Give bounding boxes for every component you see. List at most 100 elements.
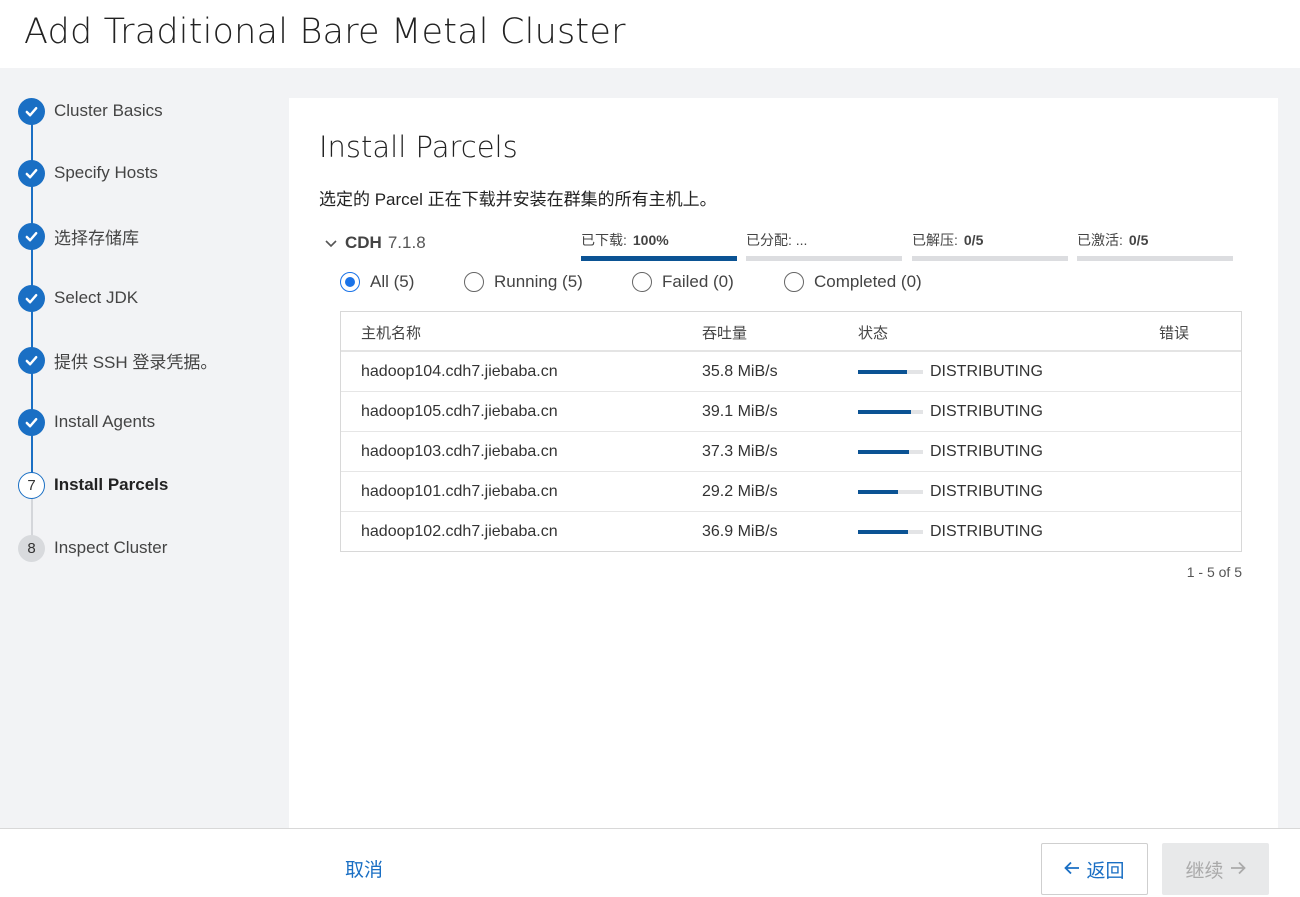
progress-downloaded: 已下载: 100% [581, 230, 737, 261]
main-panel: Install Parcels 选定的 Parcel 正在下载并安装在群集的所有… [289, 98, 1278, 828]
filter-running-radio[interactable]: Running (5) [464, 272, 583, 292]
back-button[interactable]: 返回 [1041, 843, 1148, 895]
host-name: hadoop102.cdh7.jiebaba.cn [361, 523, 558, 540]
progress-activated: 已激活: 0/5 [1077, 230, 1233, 261]
page-header: Add Traditional Bare Metal Cluster [0, 0, 1300, 68]
progress-value: 0/5 [963, 232, 984, 248]
parcel-name: CDH [345, 233, 382, 252]
progress-bar [581, 256, 737, 261]
distribution-progress-bar [858, 450, 923, 454]
step-number-badge: 8 [18, 534, 45, 562]
wizard-footer: 取消 返回 继续 [0, 828, 1300, 897]
pagination-summary: 1 - 5 of 5 [1186, 564, 1242, 580]
distribution-progress-bar [858, 530, 923, 534]
column-header-host[interactable]: 主机名称 [361, 322, 421, 343]
step-inspect-cluster: 8 Inspect Cluster [18, 534, 167, 562]
throughput: 35.8 MiB/s [702, 363, 778, 380]
check-icon [18, 97, 45, 125]
check-icon [18, 346, 45, 374]
section-description: 选定的 Parcel 正在下载并安装在群集的所有主机上。 [319, 190, 717, 209]
progress-bar-fill [581, 256, 737, 261]
step-select-repository[interactable]: 选择存储库 [18, 222, 139, 250]
arrow-left-icon [1064, 859, 1080, 880]
step-label: Install Parcels [54, 475, 169, 494]
wizard-body: Cluster Basics Specify Hosts 选择存储库 Selec… [0, 68, 1300, 828]
progress-bar [746, 256, 902, 261]
step-cluster-basics[interactable]: Cluster Basics [18, 97, 163, 125]
check-icon [18, 408, 45, 436]
parcel-version: 7.1.8 [387, 233, 426, 252]
distribution-progress-fill [858, 410, 912, 414]
column-header-error[interactable]: 错误 [1159, 322, 1189, 343]
distribution-progress-fill [858, 370, 907, 374]
status-text: DISTRIBUTING [930, 483, 1043, 500]
check-icon [18, 284, 45, 312]
filter-all-radio[interactable]: All (5) [340, 272, 414, 292]
progress-label: 已激活: [1077, 232, 1123, 248]
progress-bar [912, 256, 1068, 261]
progress-bar [1077, 256, 1233, 261]
column-header-throughput[interactable]: 吞吐量 [702, 322, 747, 343]
host-name: hadoop105.cdh7.jiebaba.cn [361, 403, 558, 420]
progress-value: 0/5 [1128, 232, 1149, 248]
host-name: hadoop104.cdh7.jiebaba.cn [361, 363, 558, 380]
radio-label: Running (5) [494, 272, 583, 291]
step-install-agents[interactable]: Install Agents [18, 408, 155, 436]
progress-distributed: 已分配: ... [746, 230, 902, 261]
chevron-down-icon [325, 236, 337, 251]
column-header-status[interactable]: 状态 [858, 322, 888, 343]
step-install-parcels: 7 Install Parcels [18, 471, 168, 499]
step-label: 提供 SSH 登录凭据。 [54, 352, 218, 372]
table-row[interactable]: hadoop103.cdh7.jiebaba.cn 37.3 MiB/s DIS… [341, 432, 1241, 472]
step-specify-hosts[interactable]: Specify Hosts [18, 159, 158, 187]
step-label: Specify Hosts [54, 163, 158, 182]
radio-circle [632, 272, 652, 292]
status-text: DISTRIBUTING [930, 363, 1043, 380]
back-button-label: 返回 [1086, 860, 1125, 882]
check-icon [18, 222, 45, 250]
progress-label: 已分配: ... [746, 232, 808, 248]
progress-value: 100% [632, 232, 669, 248]
hosts-table: 主机名称 吞吐量 状态 错误 hadoop104.cdh7.jiebaba.cn… [340, 311, 1242, 552]
distribution-progress-fill [858, 530, 909, 534]
table-row[interactable]: hadoop101.cdh7.jiebaba.cn 29.2 MiB/s DIS… [341, 472, 1241, 512]
radio-circle [340, 272, 360, 292]
radio-label: Completed (0) [814, 272, 922, 291]
host-name: hadoop101.cdh7.jiebaba.cn [361, 483, 558, 500]
cancel-button[interactable]: 取消 [345, 855, 383, 882]
distribution-progress-fill [858, 490, 899, 494]
throughput: 36.9 MiB/s [702, 523, 778, 540]
progress-unpacked: 已解压: 0/5 [912, 230, 1068, 261]
continue-button[interactable]: 继续 [1162, 843, 1269, 895]
page-title: Add Traditional Bare Metal Cluster [24, 12, 626, 52]
radio-label: Failed (0) [662, 272, 734, 291]
host-name: hadoop103.cdh7.jiebaba.cn [361, 443, 558, 460]
continue-button-label: 继续 [1185, 860, 1224, 882]
distribution-progress-bar [858, 410, 923, 414]
arrow-right-icon [1230, 859, 1246, 880]
step-ssh-credentials[interactable]: 提供 SSH 登录凭据。 [18, 346, 217, 374]
distribution-progress-bar [858, 490, 923, 494]
distribution-progress-fill [858, 450, 909, 454]
table-row[interactable]: hadoop104.cdh7.jiebaba.cn 35.8 MiB/s DIS… [341, 352, 1241, 392]
progress-label: 已下载: [581, 232, 627, 248]
radio-circle [784, 272, 804, 292]
status-text: DISTRIBUTING [930, 403, 1043, 420]
radio-circle [464, 272, 484, 292]
step-label: Cluster Basics [54, 101, 163, 120]
filter-failed-radio[interactable]: Failed (0) [632, 272, 734, 292]
parcel-toggle[interactable]: CDH 7.1.8 [325, 233, 426, 253]
step-select-jdk[interactable]: Select JDK [18, 284, 138, 312]
filter-completed-radio[interactable]: Completed (0) [784, 272, 922, 292]
status-text: DISTRIBUTING [930, 523, 1043, 540]
check-icon [18, 159, 45, 187]
radio-label: All (5) [370, 272, 415, 291]
progress-label: 已解压: [912, 232, 958, 248]
table-row[interactable]: hadoop102.cdh7.jiebaba.cn 36.9 MiB/s DIS… [341, 512, 1241, 552]
distribution-progress-bar [858, 370, 923, 374]
throughput: 37.3 MiB/s [702, 443, 778, 460]
table-row[interactable]: hadoop105.cdh7.jiebaba.cn 39.1 MiB/s DIS… [341, 392, 1241, 432]
status-text: DISTRIBUTING [930, 443, 1043, 460]
section-title: Install Parcels [319, 130, 518, 164]
step-number-badge: 7 [18, 471, 45, 499]
